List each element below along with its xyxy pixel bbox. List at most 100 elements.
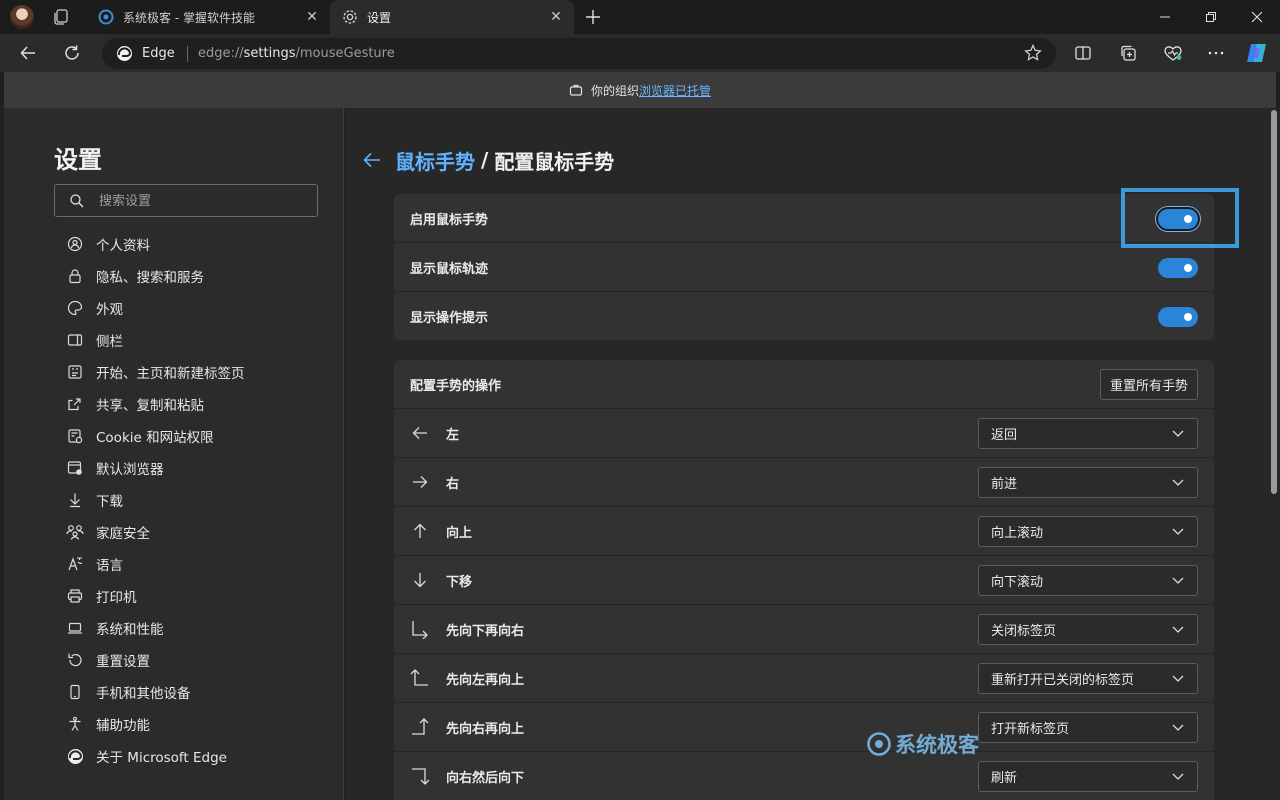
chevron-down-icon: [1171, 622, 1185, 636]
show-tips-toggle[interactable]: [1158, 307, 1198, 327]
settings-main: 鼠标手势 / 配置鼠标手势 启用鼠标手势 显示鼠标轨迹 显示操作提示 配置手势的…: [345, 108, 1269, 800]
gesture-action-select[interactable]: 关闭标签页: [978, 613, 1198, 645]
sidebar-item-profile[interactable]: 个人资料: [54, 228, 330, 260]
refresh-icon[interactable]: [59, 41, 85, 65]
split-screen-icon[interactable]: [1070, 41, 1096, 65]
arrow-left-icon: [410, 423, 430, 443]
toggle-row-show-trail: 显示鼠标轨迹: [394, 243, 1214, 292]
gesture-action-select[interactable]: 重新打开已关闭的标签页: [978, 662, 1198, 694]
gesture-toggles-card: 启用鼠标手势 显示鼠标轨迹 显示操作提示: [394, 194, 1214, 340]
gesture-action-select[interactable]: 前进: [978, 466, 1198, 498]
sidebar-item-devices[interactable]: 手机和其他设备: [54, 676, 330, 708]
palette-icon: [66, 299, 84, 317]
managed-link[interactable]: 浏览器已托管: [639, 82, 711, 99]
new-tab-icon[interactable]: [582, 6, 604, 28]
down-right-icon: [410, 619, 430, 639]
scrollbar-thumb[interactable]: [1271, 110, 1277, 494]
copilot-icon[interactable]: [1244, 41, 1270, 65]
gesture-action-select[interactable]: 返回: [978, 417, 1198, 449]
phone-icon: [66, 683, 84, 701]
edge-icon: [116, 45, 133, 62]
restore-icon[interactable]: [1188, 0, 1234, 34]
favorite-star-icon[interactable]: [1024, 44, 1042, 62]
gesture-row: 向右然后向下 刷新: [394, 752, 1214, 800]
gesture-row: 下移 向下滚动: [394, 556, 1214, 605]
gesture-action-select[interactable]: 刷新: [978, 760, 1198, 792]
breadcrumb-separator: /: [481, 148, 489, 172]
chevron-down-icon: [1171, 426, 1185, 440]
sidebar-item-default-browser[interactable]: 默认浏览器: [54, 452, 330, 484]
printer-icon: [66, 587, 84, 605]
main-scrollbar[interactable]: [1269, 108, 1280, 800]
right-up-icon: [410, 717, 430, 737]
sidebar-item-accessibility[interactable]: 辅助功能: [54, 708, 330, 740]
more-options-icon[interactable]: [1203, 41, 1229, 65]
cookie-icon: [66, 427, 84, 445]
toggle-row-show-tips: 显示操作提示: [394, 292, 1214, 341]
arrow-down-icon: [410, 570, 430, 590]
gesture-label: 先向下再向右: [446, 623, 525, 639]
breadcrumb-mouse-gesture-link[interactable]: 鼠标手势: [395, 146, 475, 175]
sidebar-item-cookies[interactable]: Cookie 和网站权限: [54, 420, 330, 452]
toggle-row-enable-gestures: 启用鼠标手势: [394, 194, 1214, 243]
close-window-icon[interactable]: [1234, 0, 1280, 34]
gesture-action-select[interactable]: 向上滚动: [978, 515, 1198, 547]
close-tab-icon[interactable]: ✕: [546, 7, 566, 27]
gear-icon: [342, 9, 358, 25]
sidebar-item-about[interactable]: 关于 Microsoft Edge: [54, 740, 330, 772]
show-trail-label: 显示鼠标轨迹: [410, 261, 489, 277]
sidebar-item-printers[interactable]: 打印机: [54, 580, 330, 612]
gesture-row: 左 返回: [394, 409, 1214, 458]
briefcase-icon: [569, 83, 583, 97]
gesture-row: 右 前进: [394, 458, 1214, 507]
reset-all-gestures-button[interactable]: 重置所有手势: [1099, 368, 1198, 400]
search-input[interactable]: [99, 191, 309, 211]
tab-title: 系统极客 - 掌握软件技能: [123, 10, 255, 25]
sidebar-item-languages[interactable]: 语言: [54, 548, 330, 580]
share-icon: [66, 395, 84, 413]
watermark: 系统极客: [866, 729, 979, 759]
sidebar-item-appearance[interactable]: 外观: [54, 292, 330, 324]
back-icon[interactable]: [15, 41, 41, 65]
right-down-icon: [410, 766, 430, 786]
sidebar-item-privacy[interactable]: 隐私、搜索和服务: [54, 260, 330, 292]
sidebar-item-reset[interactable]: 重置设置: [54, 644, 330, 676]
home-icon: [66, 363, 84, 381]
sidebar-item-sidebar[interactable]: 侧栏: [54, 324, 330, 356]
tab-bar: 系统极客 - 掌握软件技能 ✕ 设置 ✕: [0, 0, 1280, 34]
sidebar-item-downloads[interactable]: 下载: [54, 484, 330, 516]
back-arrow-icon[interactable]: [361, 149, 383, 171]
gesture-row: 先向下再向右 关闭标签页: [394, 605, 1214, 654]
download-icon: [66, 491, 84, 509]
gesture-action-select[interactable]: 打开新标签页: [978, 711, 1198, 743]
sidebar-item-family[interactable]: 家庭安全: [54, 516, 330, 548]
close-tab-icon[interactable]: ✕: [302, 7, 322, 27]
search-box[interactable]: [54, 184, 318, 217]
tab-settings[interactable]: 设置 ✕: [330, 0, 574, 34]
workspaces-icon[interactable]: [50, 7, 72, 27]
chevron-down-icon: [1171, 475, 1185, 489]
address-bar[interactable]: Edge edge://settings/mouseGesture: [102, 38, 1056, 69]
chevron-down-icon: [1171, 769, 1185, 783]
settings-sidebar: 设置 个人资料 隐私、搜索和服务 外观 侧栏 开始、主页和新建标签页 共享、复制…: [4, 108, 344, 800]
browser-essentials-icon[interactable]: [1160, 41, 1186, 65]
tab-xitongjike[interactable]: 系统极客 - 掌握软件技能 ✕: [86, 0, 330, 34]
profile-icon: [66, 235, 84, 253]
accessibility-icon: [66, 715, 84, 733]
minimize-icon[interactable]: [1142, 0, 1188, 34]
gesture-action-select[interactable]: 向下滚动: [978, 564, 1198, 596]
reset-icon: [66, 651, 84, 669]
sidebar-item-start-home[interactable]: 开始、主页和新建标签页: [54, 356, 330, 388]
sidebar-item-system[interactable]: 系统和性能: [54, 612, 330, 644]
banner-text: 你的组织: [590, 83, 639, 98]
watermark-logo-icon: [866, 731, 892, 757]
chevron-down-icon: [1171, 720, 1185, 734]
enable-gestures-label: 启用鼠标手势: [410, 212, 489, 228]
gesture-label: 向上: [446, 525, 473, 541]
sidebar-item-share[interactable]: 共享、复制和粘贴: [54, 388, 330, 420]
collections-icon[interactable]: [1115, 41, 1141, 65]
site-name: Edge: [142, 46, 175, 61]
profile-avatar[interactable]: [10, 5, 34, 29]
gesture-actions-header: 配置手势的操作 重置所有手势: [394, 360, 1214, 409]
show-trail-toggle[interactable]: [1158, 258, 1198, 278]
